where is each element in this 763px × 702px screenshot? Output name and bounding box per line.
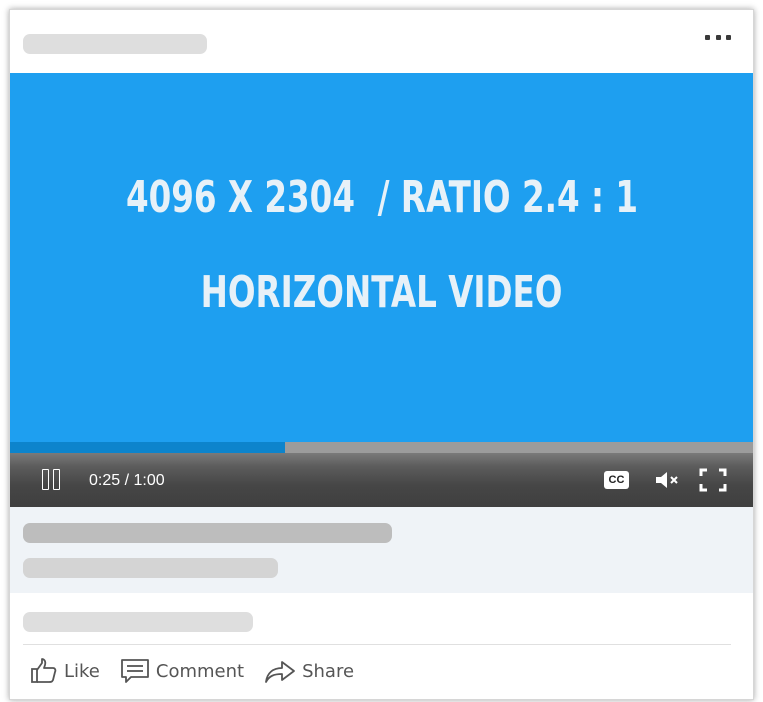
video-resolution-text: 4096 X 2304 / RATIO 2.4 : 1 bbox=[125, 172, 638, 223]
actions-divider bbox=[23, 644, 731, 645]
description-placeholder-line-2 bbox=[23, 558, 278, 578]
fullscreen-icon[interactable] bbox=[699, 467, 727, 493]
like-button[interactable]: Like bbox=[30, 657, 100, 685]
pause-icon[interactable] bbox=[41, 469, 63, 490]
video-controls-bar: 0:25 / 1:00 CC bbox=[10, 453, 753, 507]
video-time-display: 0:25 / 1:00 bbox=[89, 472, 165, 489]
reactions-placeholder bbox=[23, 612, 253, 632]
post-description-area bbox=[10, 507, 753, 593]
thumbs-up-icon bbox=[31, 658, 57, 683]
comment-button[interactable]: Comment bbox=[120, 657, 244, 685]
comment-icon bbox=[120, 659, 149, 683]
share-arrow-icon bbox=[265, 661, 295, 683]
comment-label: Comment bbox=[155, 660, 245, 682]
video-post-card: 4096 X 2304 / RATIO 2.4 : 1 HORIZONTAL V… bbox=[9, 9, 754, 700]
video-frame[interactable]: 4096 X 2304 / RATIO 2.4 : 1 HORIZONTAL V… bbox=[10, 73, 753, 442]
closed-captions-icon[interactable]: CC bbox=[604, 471, 629, 489]
mute-icon[interactable] bbox=[654, 469, 680, 491]
more-options-icon[interactable] bbox=[705, 32, 731, 42]
share-button[interactable]: Share bbox=[264, 657, 354, 685]
description-placeholder-line-1 bbox=[23, 523, 392, 543]
video-orientation-text: HORIZONTAL VIDEO bbox=[200, 267, 563, 318]
author-placeholder bbox=[23, 34, 207, 54]
share-label: Share bbox=[302, 660, 355, 682]
video-progress-bar[interactable] bbox=[10, 442, 753, 453]
video-progress-fill bbox=[10, 442, 285, 453]
post-actions: Like Comment Share bbox=[30, 654, 374, 688]
like-label: Like bbox=[64, 660, 100, 682]
